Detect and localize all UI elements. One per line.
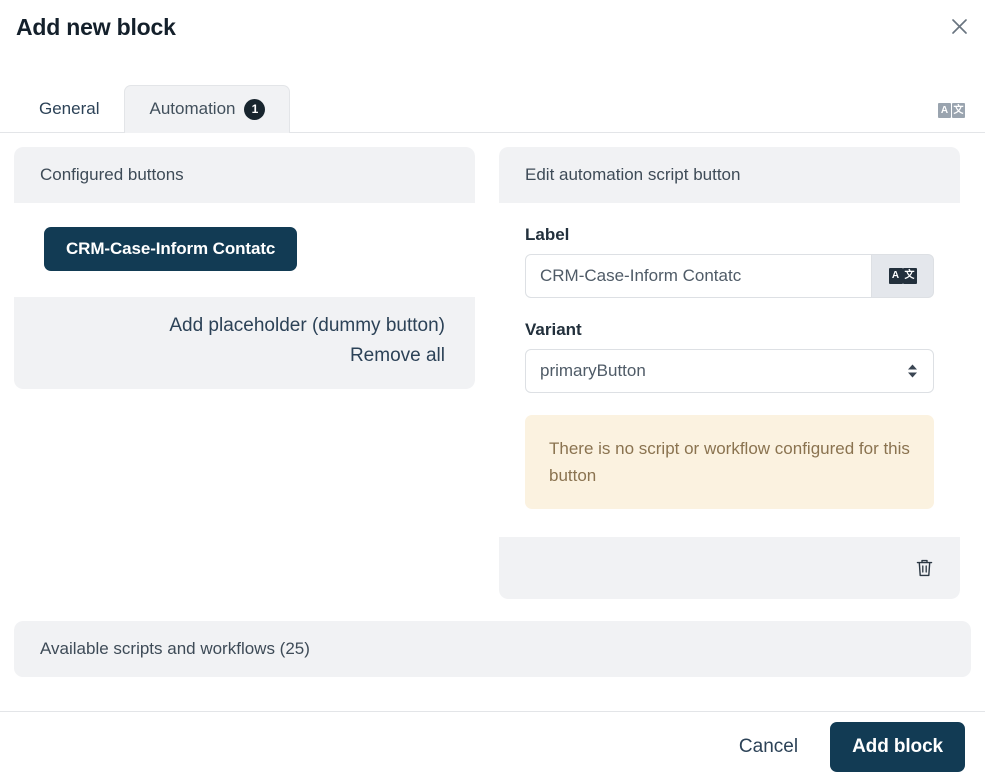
- dialog-header: Add new block: [0, 0, 985, 58]
- label-translate-icon-latin: A: [888, 268, 903, 284]
- available-scripts-section: Available scripts and workflows (25): [0, 607, 985, 678]
- trash-icon[interactable]: [911, 554, 938, 582]
- status-badge: 1: [244, 98, 266, 120]
- add-new-block-dialog: Add new block General Automation 1 A 文 C…: [0, 0, 985, 781]
- edit-script-button-header: Edit automation script button: [499, 147, 960, 203]
- translate-icon-cjk: 文: [952, 103, 965, 118]
- available-scripts-card: Available scripts and workflows (25): [14, 621, 971, 678]
- tab-automation-label: Automation: [149, 99, 236, 118]
- configured-buttons-list: CRM-Case-Inform Contatc: [14, 203, 475, 297]
- variant-select[interactable]: primaryButton: [525, 349, 934, 393]
- panels-row: Configured buttons CRM-Case-Inform Conta…: [0, 133, 985, 600]
- tab-bar: General Automation 1 A 文: [0, 58, 985, 133]
- label-field-label: Label: [525, 225, 570, 244]
- edit-script-button-column: Edit automation script button Label A 文: [499, 147, 960, 600]
- edit-script-button-body: Label A 文 Variant primaryButton: [499, 203, 960, 537]
- available-scripts-header: Available scripts and workflows (25): [14, 621, 971, 678]
- edit-script-button-card: Edit automation script button Label A 文: [499, 147, 960, 600]
- label-input[interactable]: [525, 254, 872, 298]
- configured-buttons-header: Configured buttons: [14, 147, 475, 203]
- tab-general-label: General: [39, 98, 100, 118]
- variant-field-label: Variant: [525, 320, 582, 339]
- configured-buttons-footer: Add placeholder (dummy button) Remove al…: [14, 297, 475, 389]
- remove-all-link[interactable]: Remove all: [350, 345, 445, 367]
- edit-form: Label A 文 Variant primaryButton: [499, 203, 960, 537]
- add-block-button[interactable]: Add block: [830, 721, 965, 772]
- label-translate-icon[interactable]: A 文: [872, 254, 934, 298]
- configured-buttons-body: CRM-Case-Inform Contatc: [14, 203, 475, 297]
- label-field-row: A 文: [525, 254, 934, 298]
- configured-buttons-card: Configured buttons CRM-Case-Inform Conta…: [14, 147, 475, 389]
- edit-script-button-footer: [499, 537, 960, 600]
- tab-automation[interactable]: Automation 1: [124, 85, 291, 133]
- close-icon[interactable]: [945, 12, 973, 40]
- translate-icon-latin: A: [938, 103, 951, 118]
- variant-field-row: primaryButton: [525, 349, 934, 393]
- configured-buttons-column: Configured buttons CRM-Case-Inform Conta…: [14, 147, 475, 599]
- configured-button-item[interactable]: CRM-Case-Inform Contatc: [44, 227, 298, 271]
- no-script-warning: There is no script or workflow configure…: [525, 415, 934, 510]
- translate-icon[interactable]: A 文: [938, 103, 965, 118]
- cancel-button[interactable]: Cancel: [725, 726, 812, 768]
- tab-general[interactable]: General: [14, 84, 124, 132]
- dialog-body: Configured buttons CRM-Case-Inform Conta…: [0, 133, 985, 781]
- dialog-action-bar: Cancel Add block: [0, 711, 985, 781]
- add-placeholder-link[interactable]: Add placeholder (dummy button): [169, 315, 445, 337]
- label-translate-icon-cjk: 文: [902, 268, 917, 284]
- page-title: Add new block: [16, 14, 176, 40]
